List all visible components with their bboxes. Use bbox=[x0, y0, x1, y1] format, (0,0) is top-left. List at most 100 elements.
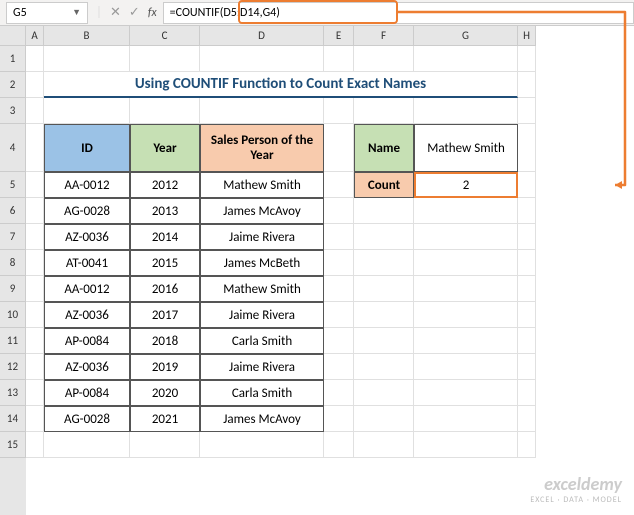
cell[interactable] bbox=[518, 380, 536, 406]
side-name-label[interactable]: Name bbox=[354, 124, 414, 172]
cell[interactable] bbox=[518, 124, 536, 172]
cell[interactable] bbox=[324, 250, 354, 276]
select-all-corner[interactable] bbox=[0, 26, 26, 46]
cell[interactable] bbox=[324, 124, 354, 172]
cell[interactable] bbox=[414, 328, 518, 354]
cell[interactable] bbox=[26, 224, 44, 250]
cell[interactable] bbox=[26, 198, 44, 224]
cell[interactable] bbox=[324, 172, 354, 198]
cell[interactable] bbox=[324, 224, 354, 250]
cell[interactable] bbox=[26, 46, 44, 72]
cell-year[interactable]: 2019 bbox=[130, 354, 200, 380]
cell-id[interactable]: AA-0012 bbox=[44, 276, 130, 302]
cell[interactable] bbox=[354, 432, 414, 458]
cell-year[interactable]: 2020 bbox=[130, 380, 200, 406]
row-header[interactable]: 11 bbox=[0, 328, 26, 354]
cell-id[interactable]: AG-0028 bbox=[44, 198, 130, 224]
cell-sp[interactable]: James McBeth bbox=[200, 250, 324, 276]
col-header[interactable]: H bbox=[518, 26, 536, 46]
cell-year[interactable]: 2021 bbox=[130, 406, 200, 432]
cell[interactable] bbox=[324, 380, 354, 406]
cell[interactable] bbox=[26, 432, 44, 458]
cell-sp[interactable]: James McAvoy bbox=[200, 198, 324, 224]
cell[interactable] bbox=[354, 276, 414, 302]
cell[interactable] bbox=[414, 406, 518, 432]
cell[interactable] bbox=[414, 302, 518, 328]
cell[interactable] bbox=[354, 250, 414, 276]
cell[interactable] bbox=[130, 46, 200, 72]
cell-year[interactable]: 2016 bbox=[130, 276, 200, 302]
cell-sp[interactable]: Carla Smith bbox=[200, 380, 324, 406]
col-header[interactable]: G bbox=[414, 26, 518, 46]
cell[interactable] bbox=[414, 250, 518, 276]
cell[interactable] bbox=[44, 432, 130, 458]
cell-id[interactable]: AT-0041 bbox=[44, 250, 130, 276]
cell-id[interactable]: AZ-0036 bbox=[44, 224, 130, 250]
cell[interactable] bbox=[324, 432, 354, 458]
cell[interactable] bbox=[414, 276, 518, 302]
cell[interactable] bbox=[414, 46, 518, 72]
cell-year[interactable]: 2013 bbox=[130, 198, 200, 224]
cell[interactable] bbox=[414, 380, 518, 406]
row-header[interactable]: 7 bbox=[0, 224, 26, 250]
cell-id[interactable]: AA-0012 bbox=[44, 172, 130, 198]
side-name-value[interactable]: Mathew Smith bbox=[414, 124, 518, 172]
cell[interactable] bbox=[518, 354, 536, 380]
cell[interactable] bbox=[26, 124, 44, 172]
cell[interactable] bbox=[26, 276, 44, 302]
row-header[interactable]: 2 bbox=[0, 72, 26, 98]
cell-year[interactable]: 2012 bbox=[130, 172, 200, 198]
cell[interactable] bbox=[518, 198, 536, 224]
cell[interactable] bbox=[354, 328, 414, 354]
row-header[interactable]: 9 bbox=[0, 276, 26, 302]
cell[interactable] bbox=[26, 98, 44, 124]
cell[interactable] bbox=[518, 46, 536, 72]
cell[interactable] bbox=[518, 224, 536, 250]
cell-sp[interactable]: James McAvoy bbox=[200, 406, 324, 432]
cell[interactable] bbox=[518, 406, 536, 432]
selected-cell[interactable]: 2 bbox=[414, 172, 518, 198]
side-count-label[interactable]: Count bbox=[354, 172, 414, 198]
cell[interactable] bbox=[354, 380, 414, 406]
cell[interactable] bbox=[414, 224, 518, 250]
cell[interactable] bbox=[354, 354, 414, 380]
cell[interactable] bbox=[354, 98, 414, 124]
cell[interactable] bbox=[26, 328, 44, 354]
fx-icon[interactable]: fx bbox=[148, 6, 157, 20]
cell[interactable] bbox=[26, 302, 44, 328]
cell-sp[interactable]: Carla Smith bbox=[200, 328, 324, 354]
col-header[interactable]: E bbox=[324, 26, 354, 46]
cell[interactable] bbox=[518, 98, 536, 124]
cell[interactable] bbox=[324, 276, 354, 302]
cell[interactable] bbox=[324, 46, 354, 72]
cell[interactable] bbox=[414, 98, 518, 124]
cell-id[interactable]: AZ-0036 bbox=[44, 354, 130, 380]
cell-year[interactable]: 2015 bbox=[130, 250, 200, 276]
cell[interactable] bbox=[26, 406, 44, 432]
cell-year[interactable]: 2018 bbox=[130, 328, 200, 354]
cell[interactable] bbox=[324, 406, 354, 432]
cell[interactable] bbox=[324, 198, 354, 224]
row-header[interactable]: 15 bbox=[0, 432, 26, 458]
cell[interactable] bbox=[414, 354, 518, 380]
cancel-icon[interactable]: ✕ bbox=[110, 5, 121, 20]
cell[interactable] bbox=[354, 198, 414, 224]
cell[interactable] bbox=[130, 432, 200, 458]
cell[interactable] bbox=[324, 98, 354, 124]
cell[interactable] bbox=[518, 172, 536, 198]
cell[interactable] bbox=[200, 432, 324, 458]
row-header[interactable]: 14 bbox=[0, 406, 26, 432]
col-header[interactable]: D bbox=[200, 26, 324, 46]
cell[interactable] bbox=[26, 72, 44, 98]
cell-sp[interactable]: Jaime Rivera bbox=[200, 224, 324, 250]
row-header[interactable]: 13 bbox=[0, 380, 26, 406]
row-header[interactable]: 6 bbox=[0, 198, 26, 224]
cell[interactable] bbox=[26, 354, 44, 380]
cell[interactable] bbox=[26, 172, 44, 198]
row-header[interactable]: 12 bbox=[0, 354, 26, 380]
accept-icon[interactable]: ✓ bbox=[129, 5, 140, 20]
cell[interactable] bbox=[26, 250, 44, 276]
cell-sp[interactable]: Mathew Smith bbox=[200, 276, 324, 302]
cell[interactable] bbox=[44, 46, 130, 72]
cell[interactable] bbox=[518, 250, 536, 276]
